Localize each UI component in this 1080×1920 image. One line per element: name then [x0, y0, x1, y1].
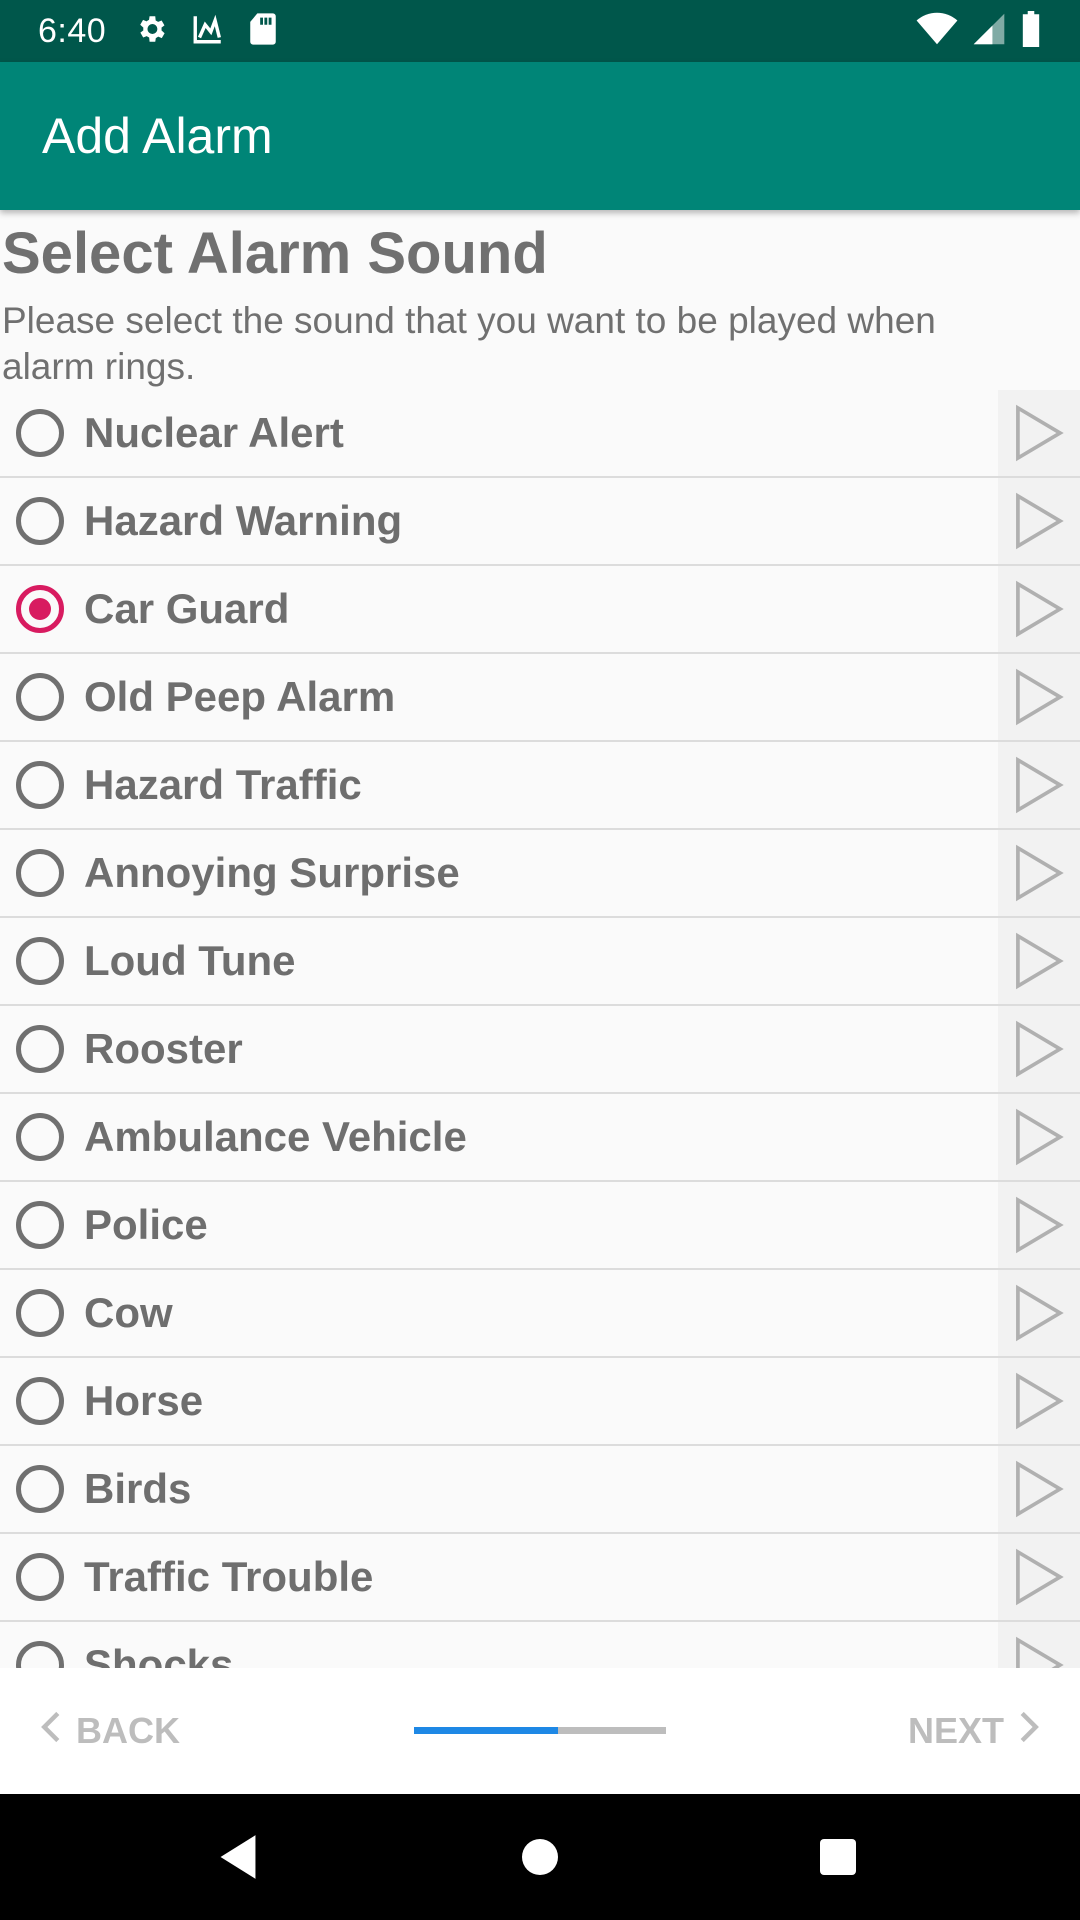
sound-label: Hazard Traffic — [84, 761, 362, 808]
sound-label: Rooster — [84, 1025, 243, 1072]
sound-label: Car Guard — [84, 585, 290, 632]
sound-label: Shocks — [84, 1641, 234, 1668]
sound-row[interactable]: Traffic Trouble — [0, 1534, 1080, 1622]
back-button[interactable]: BACK — [40, 1710, 180, 1753]
play-icon[interactable] — [998, 1270, 1080, 1356]
sound-label: Birds — [84, 1465, 192, 1512]
radio-button[interactable] — [16, 1289, 64, 1337]
sound-row[interactable]: Car Guard — [0, 566, 1080, 654]
radio-button[interactable] — [16, 409, 64, 457]
status-time: 6:40 — [38, 11, 107, 50]
sound-label: Nuclear Alert — [84, 409, 344, 456]
sound-row[interactable]: Birds — [0, 1446, 1080, 1534]
radio-button[interactable] — [16, 1113, 64, 1161]
sound-row[interactable]: Horse — [0, 1358, 1080, 1446]
sound-label: Horse — [84, 1377, 204, 1424]
sound-row[interactable]: Loud Tune — [0, 918, 1080, 1006]
play-icon[interactable] — [998, 1006, 1080, 1092]
status-bar: 6:40 — [0, 0, 1080, 62]
sd-card-icon — [248, 12, 278, 51]
sound-row[interactable]: Hazard Traffic — [0, 742, 1080, 830]
radio-button[interactable] — [16, 497, 64, 545]
sound-selection-content[interactable]: Select Alarm Sound Please select the sou… — [0, 210, 1080, 1668]
sound-label: Annoying Surprise — [84, 849, 460, 896]
page-heading: Select Alarm Sound — [2, 221, 548, 286]
bottom-nav: BACK NEXT — [0, 1668, 1080, 1794]
radio-button[interactable] — [16, 761, 64, 809]
step-progress-fill — [414, 1727, 558, 1734]
radio-button[interactable] — [16, 1641, 64, 1668]
status-icons-right — [916, 10, 1042, 52]
recents-square-icon[interactable] — [778, 1794, 898, 1920]
chevron-left-icon — [40, 1710, 62, 1753]
radio-button[interactable] — [16, 1553, 64, 1601]
wifi-icon — [916, 12, 958, 51]
sound-label: Police — [84, 1201, 208, 1248]
play-icon[interactable] — [998, 1446, 1080, 1532]
system-nav-bar — [0, 1794, 1080, 1920]
sound-row[interactable]: Cow — [0, 1270, 1080, 1358]
page-subtitle: Please select the sound that you want to… — [2, 300, 936, 387]
sound-label: Cow — [84, 1289, 173, 1336]
sound-row[interactable]: Shocks — [0, 1622, 1080, 1668]
sound-list[interactable]: Nuclear Alert Hazard Warning Car Guard Old … — [0, 390, 1080, 1668]
play-icon[interactable] — [998, 478, 1080, 564]
sound-row[interactable]: Police — [0, 1182, 1080, 1270]
play-icon[interactable] — [998, 1534, 1080, 1620]
app-bar-title: Add Alarm — [42, 108, 273, 164]
back-triangle-icon[interactable] — [178, 1794, 298, 1920]
sound-label: Hazard Warning — [84, 497, 403, 544]
settings-icon — [134, 12, 168, 51]
sound-row[interactable]: Old Peep Alarm — [0, 654, 1080, 742]
play-icon[interactable] — [998, 1094, 1080, 1180]
radio-button[interactable] — [16, 849, 64, 897]
sound-row[interactable]: Annoying Surprise — [0, 830, 1080, 918]
sound-label: Loud Tune — [84, 937, 296, 984]
next-button[interactable]: NEXT — [908, 1710, 1040, 1753]
radio-button[interactable] — [16, 1377, 64, 1425]
play-icon[interactable] — [998, 1182, 1080, 1268]
play-icon[interactable] — [998, 830, 1080, 916]
radio-button[interactable] — [16, 937, 64, 985]
chevron-right-icon — [1018, 1710, 1040, 1753]
sound-row[interactable]: Ambulance Vehicle — [0, 1094, 1080, 1182]
play-icon[interactable] — [998, 742, 1080, 828]
home-circle-icon[interactable] — [480, 1794, 600, 1920]
battery-icon — [1020, 10, 1042, 52]
sound-row[interactable]: Nuclear Alert — [0, 390, 1080, 478]
next-label: NEXT — [907, 1710, 1004, 1751]
cell-signal-icon — [972, 12, 1006, 51]
status-icons-left — [134, 12, 278, 51]
play-icon[interactable] — [998, 654, 1080, 740]
radio-button[interactable] — [16, 673, 64, 721]
signal-chart-icon — [190, 12, 226, 51]
radio-button[interactable] — [16, 1025, 64, 1073]
radio-button[interactable] — [16, 1201, 64, 1249]
back-label: BACK — [76, 1710, 180, 1751]
play-icon[interactable] — [998, 1358, 1080, 1444]
sound-row[interactable]: Rooster — [0, 1006, 1080, 1094]
step-progress-bar — [414, 1727, 666, 1734]
play-icon[interactable] — [998, 1622, 1080, 1668]
sound-row[interactable]: Hazard Warning — [0, 478, 1080, 566]
app-bar: Add Alarm — [0, 62, 1080, 210]
radio-button[interactable] — [16, 585, 64, 633]
sound-label: Ambulance Vehicle — [84, 1113, 467, 1160]
play-icon[interactable] — [998, 918, 1080, 1004]
sound-label: Old Peep Alarm — [84, 673, 396, 720]
play-icon[interactable] — [998, 390, 1080, 476]
sound-label: Traffic Trouble — [84, 1553, 374, 1600]
radio-button[interactable] — [16, 1465, 64, 1513]
play-icon[interactable] — [998, 566, 1080, 652]
